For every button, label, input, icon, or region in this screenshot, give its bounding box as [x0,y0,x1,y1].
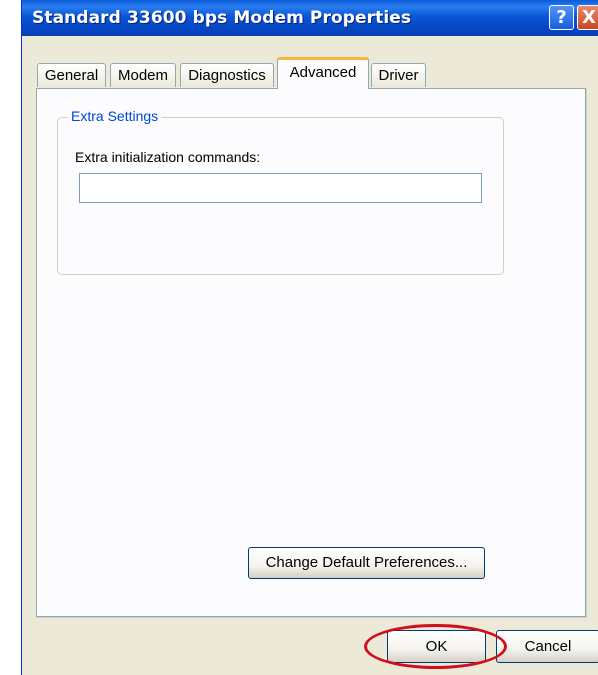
tab-driver[interactable]: Driver [371,63,426,87]
change-default-preferences-button[interactable]: Change Default Preferences... [248,547,485,579]
extra-settings-group: Extra Settings Extra initialization comm… [57,108,504,275]
cancel-button[interactable]: Cancel [496,630,598,663]
tab-diagnostics[interactable]: Diagnostics [180,63,274,87]
window-title: Standard 33600 bps Modem Properties [32,8,412,28]
help-button[interactable]: ? [549,5,574,30]
ok-button[interactable]: OK [387,630,486,663]
advanced-tab-panel: Extra Settings Extra initialization comm… [36,88,586,617]
modem-properties-dialog: Standard 33600 bps Modem Properties ? X … [21,0,598,675]
help-icon: ? [556,7,567,28]
tab-advanced[interactable]: Advanced [277,57,369,89]
group-title: Extra Settings [68,108,162,124]
extra-init-commands-input[interactable] [79,173,482,203]
tab-modem[interactable]: Modem [110,63,176,87]
close-button[interactable]: X [577,5,598,30]
extra-init-label: Extra initialization commands: [75,149,261,165]
tab-general[interactable]: General [37,63,106,87]
tab-strip: General Modem Diagnostics Advanced Drive… [22,57,598,89]
title-bar[interactable]: Standard 33600 bps Modem Properties ? X [22,0,598,36]
close-icon: X [582,7,596,28]
